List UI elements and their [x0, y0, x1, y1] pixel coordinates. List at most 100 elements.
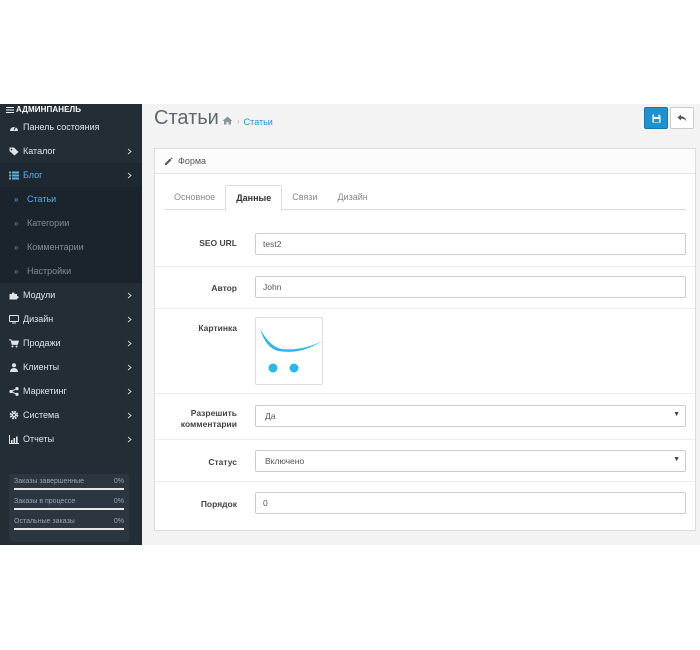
share-icon: [9, 386, 19, 396]
allow-comments-label-line2: комментарии: [180, 419, 237, 429]
admin-app: АДМИНПАНЕЛЬ Панель состояния Каталог Бло…: [0, 104, 700, 545]
sidebar-item-marketing[interactable]: Маркетинг: [0, 379, 142, 403]
sidebar-item-label: Маркетинг: [23, 386, 67, 396]
sidebar-subitem-label: Комментарии: [27, 242, 84, 252]
stat-value: 0%: [113, 498, 124, 505]
sidebar-item-reports[interactable]: Отчеты: [0, 427, 142, 451]
breadcrumb-separator: ›: [237, 117, 240, 126]
sidebar-subitem-settings[interactable]: » Настройки: [0, 259, 142, 283]
blog-submenu: » Статьи » Категории » Комментарии » Нас…: [0, 187, 142, 283]
sidebar-header-label: АДМИНПАНЕЛЬ: [16, 105, 82, 114]
author-label: Автор: [211, 283, 237, 293]
tag-icon: [9, 146, 19, 156]
stat-value: 0%: [113, 518, 124, 525]
chart-icon: [9, 434, 19, 444]
sidebar-item-label: Панель состояния: [23, 122, 100, 132]
stat-progress-bar: [14, 508, 124, 510]
page-title: Статьи: [154, 107, 219, 129]
stat-progress-bar: [14, 488, 124, 490]
back-button[interactable]: [670, 107, 694, 129]
sidebar-subitem-categories[interactable]: » Категории: [0, 211, 142, 235]
status-select[interactable]: Включено ▼: [255, 450, 686, 472]
sidebar-item-label: Дизайн: [23, 314, 54, 324]
chevron-right-icon: [126, 148, 132, 154]
panel-heading: Форма: [155, 149, 695, 174]
sidebar-item-sales[interactable]: Продажи: [0, 331, 142, 355]
chevron-right-icon: [126, 316, 132, 322]
sidebar-item-catalog[interactable]: Каталог: [0, 139, 142, 163]
list-icon: [9, 170, 19, 180]
double-chevron-icon: »: [14, 266, 19, 276]
panel-title: Форма: [178, 156, 207, 166]
sidebar-item-label: Блог: [23, 170, 43, 180]
sidebar-item-label: Отчеты: [23, 434, 55, 444]
user-icon: [9, 362, 19, 372]
form-row-allow-comments: Разрешить комментарии Да ▼: [155, 393, 695, 439]
sidebar-item-system[interactable]: Система: [0, 403, 142, 427]
home-icon[interactable]: [222, 116, 233, 127]
sidebar-subitem-label: Настройки: [27, 266, 72, 276]
stat-label: Остальные заказы: [14, 518, 75, 525]
dashboard-icon: [9, 122, 19, 132]
form-row-sort-order: Порядок: [155, 481, 695, 530]
caret-down-icon: ▼: [673, 456, 680, 463]
stat-label: Заказы завершенные: [14, 478, 85, 485]
sidebar-subitem-label: Категории: [27, 218, 70, 228]
image-thumbnail[interactable]: [255, 317, 323, 385]
chevron-right-icon: [126, 172, 132, 178]
status-value: Включено: [265, 456, 305, 466]
sidebar-header[interactable]: АДМИНПАНЕЛЬ: [0, 104, 142, 115]
sidebar-subitem-articles[interactable]: » Статьи: [0, 187, 142, 211]
save-button[interactable]: [644, 107, 668, 129]
sidebar-item-label: Система: [23, 410, 60, 420]
form-tabs: Основное Данные Связи Дизайн: [164, 185, 686, 211]
seo-url-label: SEO URL: [199, 238, 237, 248]
sidebar-item-blog[interactable]: Блог: [0, 163, 142, 187]
sidebar-item-dashboard[interactable]: Панель состояния: [0, 115, 142, 139]
allow-comments-label-line1: Разрешить: [190, 408, 237, 418]
pencil-icon: [165, 156, 173, 165]
allow-comments-select[interactable]: Да ▼: [255, 405, 686, 427]
sort-order-label: Порядок: [200, 499, 237, 509]
sidebar-item-modules[interactable]: Модули: [0, 283, 142, 307]
double-chevron-icon: »: [14, 242, 19, 252]
tab-general[interactable]: Основное: [164, 185, 225, 210]
sidebar-item-customers[interactable]: Клиенты: [0, 355, 142, 379]
tab-links[interactable]: Связи: [282, 185, 327, 210]
breadcrumb-link-articles[interactable]: Статьи: [244, 117, 273, 127]
sidebar-item-label: Каталог: [23, 146, 56, 156]
page-header: Статьи › Статьи: [142, 104, 700, 138]
status-label: Статус: [208, 457, 237, 467]
form-row-status: Статус Включено ▼: [155, 439, 695, 481]
cart-logo-icon: [260, 329, 322, 373]
sidebar-menu: Панель состояния Каталог Блог » Статьи »…: [0, 115, 142, 451]
desktop-icon: [9, 314, 19, 324]
sidebar-item-label: Продажи: [23, 338, 61, 348]
save-icon: [652, 114, 660, 122]
double-chevron-icon: »: [14, 194, 19, 204]
form-row-seo-url: SEO URL: [155, 221, 695, 266]
stat-processing: Заказы в процессе 0%: [14, 498, 124, 518]
order-stats: Заказы завершенные 0% Заказы в процессе …: [9, 474, 129, 542]
stat-other: Остальные заказы 0%: [14, 518, 124, 538]
chevron-right-icon: [126, 388, 132, 394]
sidebar-item-design[interactable]: Дизайн: [0, 307, 142, 331]
gear-icon: [9, 410, 19, 420]
chevron-right-icon: [126, 292, 132, 298]
reply-icon: [677, 114, 687, 122]
author-input[interactable]: [255, 276, 686, 298]
sort-order-input[interactable]: [255, 492, 686, 514]
sidebar-subitem-comments[interactable]: » Комментарии: [0, 235, 142, 259]
tab-data[interactable]: Данные: [225, 185, 283, 211]
chevron-right-icon: [126, 364, 132, 370]
stat-value: 0%: [113, 478, 124, 485]
sidebar-item-label: Клиенты: [23, 362, 60, 372]
stat-complete: Заказы завершенные 0%: [14, 478, 124, 498]
tab-design[interactable]: Дизайн: [327, 185, 377, 210]
chevron-right-icon: [126, 436, 132, 442]
breadcrumb: › Статьи: [222, 116, 273, 127]
seo-url-input[interactable]: [255, 233, 686, 255]
chevron-right-icon: [126, 340, 132, 346]
caret-down-icon: ▼: [673, 411, 680, 418]
double-chevron-icon: »: [14, 218, 19, 228]
